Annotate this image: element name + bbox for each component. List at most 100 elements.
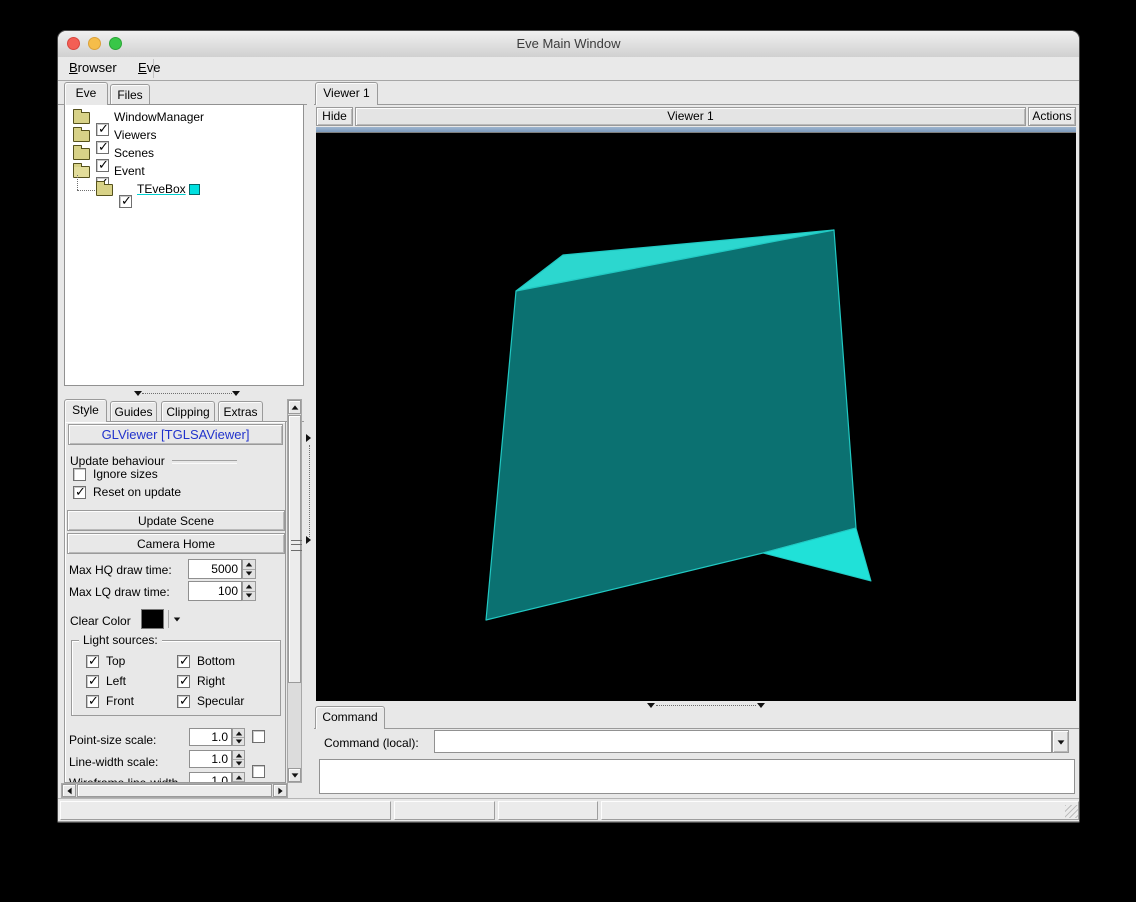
max-lq-label: Max LQ draw time:: [69, 585, 170, 599]
checkbox-box[interactable]: [86, 653, 99, 669]
update-behaviour-label: Update behaviour: [70, 454, 165, 468]
desktop: { "titlebar": { "title": "Eve Main Windo…: [0, 0, 1136, 902]
menu-bar: Browser Eve: [58, 57, 1079, 81]
max-hq-stepper[interactable]: [242, 559, 256, 579]
editor-vscrollbar[interactable]: [287, 399, 302, 783]
tree-label-scenes[interactable]: Scenes: [114, 146, 154, 160]
scroll-left-button[interactable]: [62, 784, 76, 797]
status-cell: [601, 801, 1079, 820]
command-dropdown-button[interactable]: [1052, 730, 1069, 753]
wireframe-label: Wireframe line-width: [69, 776, 179, 783]
spin-down-icon[interactable]: [243, 591, 255, 600]
line-width-label: Line-width scale:: [69, 755, 159, 769]
line-width-override-checkbox[interactable]: [252, 765, 265, 778]
hide-button[interactable]: Hide: [316, 107, 353, 126]
spin-down-icon[interactable]: [233, 759, 244, 767]
folder-icon: [73, 109, 90, 124]
folder-icon: [96, 181, 113, 196]
checkbox-box[interactable]: [73, 468, 86, 481]
point-size-override-checkbox[interactable]: [252, 730, 265, 743]
folder-icon: [73, 127, 90, 142]
status-bar: [58, 798, 1079, 822]
splitter-arrow-icon: [232, 391, 240, 396]
gl-editor-panel: GLViewer [TGLSAViewer] Update behaviour …: [64, 421, 286, 783]
menu-browser[interactable]: Browser: [60, 57, 126, 80]
tab-style[interactable]: Style: [64, 399, 107, 422]
checkbox-box[interactable]: [177, 693, 190, 709]
tree-item-scenes[interactable]: Scenes: [65, 145, 303, 173]
tab-viewer-1[interactable]: Viewer 1: [315, 82, 378, 105]
chevron-down-icon: [1057, 740, 1065, 745]
max-hq-input[interactable]: 5000: [188, 559, 242, 579]
tab-files[interactable]: Files: [110, 84, 150, 104]
clear-color-dropdown[interactable]: [168, 609, 185, 629]
panel-vsplitter[interactable]: [304, 80, 314, 798]
command-input[interactable]: [434, 730, 1052, 753]
tree-item-tevebox[interactable]: TEveBox: [65, 175, 303, 209]
title-bar[interactable]: Eve Main Window: [58, 31, 1079, 58]
line-width-input[interactable]: 1.0: [189, 750, 232, 768]
scroll-down-button[interactable]: [288, 768, 301, 782]
tree-editor-splitter[interactable]: [64, 389, 304, 398]
splitter-arrow-icon: [306, 434, 311, 442]
tab-clipping[interactable]: Clipping: [161, 401, 215, 421]
scroll-up-button[interactable]: [288, 400, 301, 414]
splitter-dotted-line: [656, 705, 756, 706]
folder-icon: [73, 145, 90, 160]
checkbox-box[interactable]: [86, 693, 99, 709]
clear-color-swatch[interactable]: [141, 609, 164, 629]
checkbox-box[interactable]: [177, 653, 190, 669]
window-bottom-edge: [58, 821, 1079, 822]
vscrollbar-thumb[interactable]: [288, 415, 302, 683]
tree-label-event[interactable]: Event: [114, 164, 145, 178]
resize-grip[interactable]: [1065, 805, 1078, 818]
checkbox-box[interactable]: [177, 673, 190, 689]
light-sources-label: Light sources:: [79, 633, 162, 647]
scroll-right-button[interactable]: [273, 784, 287, 797]
tree-label-viewers[interactable]: Viewers: [114, 128, 156, 142]
spin-down-icon[interactable]: [243, 569, 255, 578]
actions-button[interactable]: Actions: [1028, 107, 1076, 126]
tree-item-viewers[interactable]: Viewers: [65, 127, 303, 155]
point-size-label: Point-size scale:: [69, 733, 157, 747]
gl-viewport[interactable]: [316, 132, 1076, 701]
spin-down-icon[interactable]: [233, 737, 244, 745]
tree-item-event[interactable]: Event: [65, 163, 303, 191]
checkbox-box[interactable]: [73, 484, 86, 500]
command-output-area[interactable]: [319, 759, 1075, 794]
line-width-stepper[interactable]: [232, 750, 245, 768]
open-folder-icon: [73, 163, 90, 178]
point-size-input[interactable]: 1.0: [189, 728, 232, 746]
clear-color-label: Clear Color: [70, 614, 131, 628]
eve-main-window: Eve Main Window Browser Eve Eve Files Wi…: [57, 30, 1080, 823]
wireframe-stepper[interactable]: [232, 772, 245, 782]
checkbox-box[interactable]: [86, 673, 99, 689]
tree-label-windowmanager[interactable]: WindowManager: [114, 110, 204, 124]
menu-eve[interactable]: Eve: [129, 57, 169, 80]
hscrollbar-thumb[interactable]: [77, 784, 272, 797]
point-size-stepper[interactable]: [232, 728, 245, 746]
viewer-titlebar[interactable]: Viewer 1: [355, 107, 1026, 126]
max-lq-input[interactable]: 100: [188, 581, 242, 601]
update-scene-button[interactable]: Update Scene: [67, 510, 285, 531]
tab-guides[interactable]: Guides: [110, 401, 157, 421]
splitter-arrow-icon: [134, 391, 142, 396]
status-cell: [60, 801, 391, 820]
tree-label-tevebox[interactable]: TEveBox: [137, 182, 186, 196]
editor-hscrollbar[interactable]: [61, 783, 288, 798]
tree-checkbox-tevebox[interactable]: [119, 193, 132, 209]
max-lq-stepper[interactable]: [242, 581, 256, 601]
tree-connector-line: [77, 190, 95, 191]
tab-extras[interactable]: Extras: [218, 401, 263, 421]
eve-tree-view: WindowManager Viewers Scenes Event TEveB…: [64, 104, 304, 386]
menubar-divider: [153, 59, 154, 78]
tab-eve[interactable]: Eve: [64, 82, 108, 105]
tree-item-windowmanager[interactable]: WindowManager: [65, 109, 303, 137]
camera-home-button[interactable]: Camera Home: [67, 533, 285, 554]
command-tabline: [314, 728, 1079, 729]
viewer-command-splitter[interactable]: [314, 702, 1079, 710]
wireframe-input[interactable]: 1.0: [189, 772, 232, 782]
splitter-dotted-line: [142, 393, 232, 394]
tevebox-color-marker: [189, 184, 200, 195]
tab-command[interactable]: Command: [315, 706, 385, 729]
